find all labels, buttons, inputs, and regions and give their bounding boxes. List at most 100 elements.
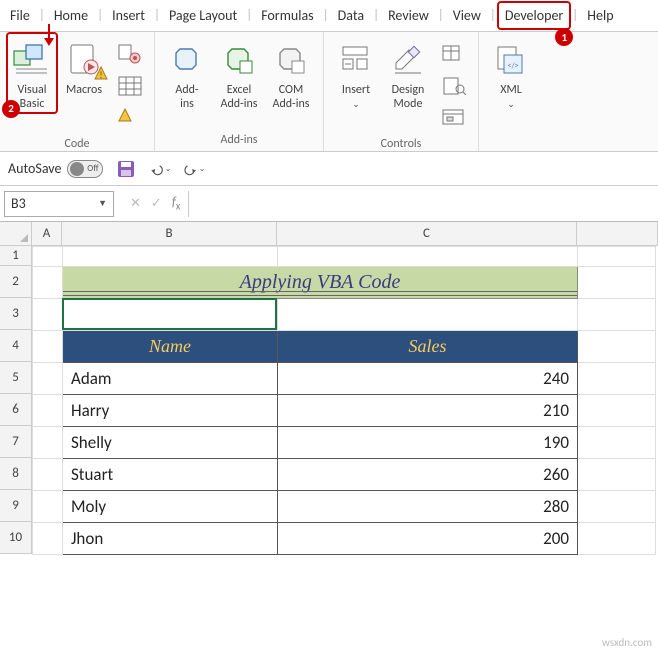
cell[interactable] [578,363,656,395]
table-row[interactable]: Adam [63,363,278,395]
addins-icon [167,40,207,80]
cell[interactable] [578,267,656,299]
tab-review[interactable]: Review [380,1,437,30]
formula-bar-input[interactable] [188,191,658,217]
row-header-7[interactable]: 7 [0,426,32,458]
table-row[interactable]: 240 [278,363,578,395]
column-header-b[interactable]: B [62,222,277,245]
ribbon-tabs: File| Home| Insert| Page Layout| Formula… [0,0,658,32]
table-row[interactable]: 190 [278,427,578,459]
toggle-switch[interactable]: Off [67,160,103,178]
view-code-button[interactable] [440,72,468,100]
warning-icon: ! [94,66,108,80]
table-row[interactable]: Stuart [63,459,278,491]
xml-button[interactable]: </> XML⌄ [485,32,537,114]
row-header-5[interactable]: 5 [0,362,32,394]
tab-developer[interactable]: Developer 1 [497,1,571,30]
table-row[interactable]: Jhon [63,523,278,555]
autosave-toggle[interactable]: AutoSave Off [8,160,103,178]
insert-control-icon [336,40,376,80]
cell[interactable] [578,427,656,459]
table-row[interactable]: 200 [278,523,578,555]
insert-control-button[interactable]: Insert⌄ [330,32,382,114]
chevron-down-icon[interactable]: ▼ [98,198,107,209]
tab-insert[interactable]: Insert [104,1,153,30]
tab-formulas[interactable]: Formulas [253,1,321,30]
table-row[interactable]: 280 [278,491,578,523]
row-header-1[interactable]: 1 [0,246,32,266]
table-header-sales[interactable]: Sales [278,331,578,363]
column-header-a[interactable]: A [32,222,62,245]
properties-button[interactable] [440,40,468,68]
table-row[interactable]: 260 [278,459,578,491]
name-box[interactable]: B3 ▼ [4,191,114,217]
row-header-3[interactable]: 3 [0,298,32,330]
column-header-empty[interactable] [577,222,658,245]
tab-file[interactable]: File [2,1,38,30]
run-dialog-button[interactable] [440,104,468,132]
cell[interactable] [578,523,656,555]
cell[interactable] [33,363,63,395]
row-header-9[interactable]: 9 [0,490,32,522]
table-row[interactable]: 210 [278,395,578,427]
table-row[interactable]: Shelly [63,427,278,459]
undo-button[interactable]: ⌄ [149,158,171,180]
row-header-8[interactable]: 8 [0,458,32,490]
cell[interactable] [33,299,63,331]
cell[interactable] [578,395,656,427]
column-header-c[interactable]: C [277,222,577,245]
addins-button[interactable]: Add- ins [161,32,213,114]
cell[interactable] [33,247,63,267]
xml-icon: </> [491,40,531,80]
cell[interactable] [33,331,63,363]
cell[interactable] [578,459,656,491]
cell[interactable] [33,459,63,491]
cell[interactable] [578,331,656,363]
save-button[interactable] [115,158,137,180]
macro-security-button[interactable] [116,104,144,132]
row-header-6[interactable]: 6 [0,394,32,426]
insert-function-button[interactable]: fx [172,195,181,213]
ribbon-group-addins: Add- ins Excel Add-ins COM Add-ins Add-i… [155,32,324,151]
macros-button[interactable]: Macros ! [58,32,110,100]
cell[interactable] [33,427,63,459]
row-header-2[interactable]: 2 [0,266,32,298]
cell[interactable] [63,247,278,267]
svg-text:</>: </> [507,61,518,71]
table-row[interactable]: Moly [63,491,278,523]
ribbon-group-controls: Insert⌄ Design Mode Controls [324,32,479,151]
tab-page-layout[interactable]: Page Layout [161,1,245,30]
row-header-4[interactable]: 4 [0,330,32,362]
annotation-badge-2: 2 [2,100,20,118]
table-row[interactable]: Harry [63,395,278,427]
cell[interactable] [33,267,63,299]
cell[interactable] [33,491,63,523]
enter-formula-button[interactable]: ✓ [151,196,162,211]
com-addins-icon [271,40,311,80]
record-macro-button[interactable] [116,40,144,68]
row-header-10[interactable]: 10 [0,522,32,554]
select-all-button[interactable] [0,222,32,245]
table-header-name[interactable]: Name [63,331,278,363]
cell[interactable] [278,299,578,331]
title-cell[interactable]: Applying VBA Code [63,267,578,299]
cancel-formula-button[interactable]: ✕ [130,196,141,211]
com-addins-label: COM Add-ins [273,84,310,112]
excel-addins-icon [219,40,259,80]
tab-help[interactable]: Help [579,1,621,30]
cell-B3[interactable] [63,299,278,331]
cell[interactable] [578,299,656,331]
tab-view[interactable]: View [445,1,489,30]
redo-button[interactable]: ⌄ [183,158,205,180]
cell[interactable] [578,247,656,267]
design-mode-button[interactable]: Design Mode [382,32,434,114]
excel-addins-button[interactable]: Excel Add-ins [213,32,265,114]
cell[interactable] [278,247,578,267]
com-addins-button[interactable]: COM Add-ins [265,32,317,114]
use-relative-refs-button[interactable] [116,72,144,100]
tab-data[interactable]: Data [330,1,372,30]
cell[interactable] [33,523,63,555]
cell[interactable] [33,395,63,427]
cell[interactable] [578,491,656,523]
group-label-xml [510,130,513,151]
